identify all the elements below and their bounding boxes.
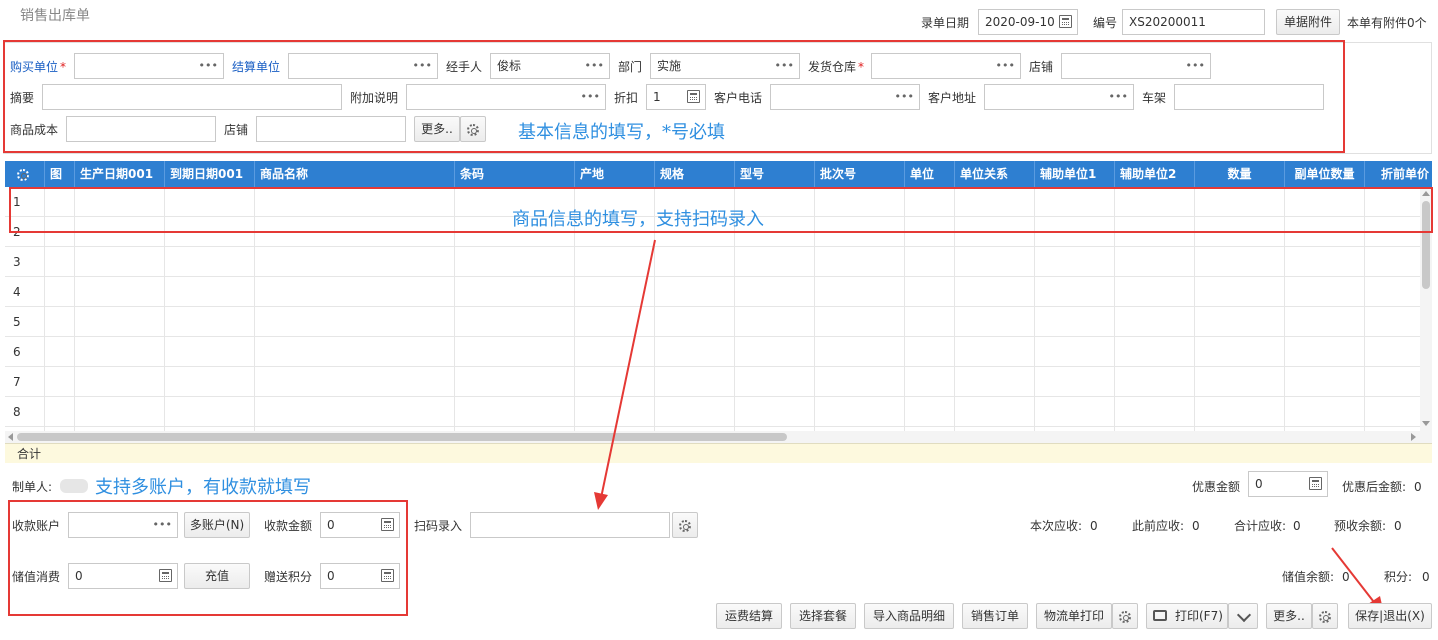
current-receivable-value: 0 — [1090, 519, 1098, 533]
maker-label: 制单人: — [12, 480, 53, 494]
previous-receivable-label: 此前应收: — [1132, 519, 1185, 533]
logistics-print-button[interactable]: 物流单打印 — [1036, 603, 1112, 629]
previous-receivable-value: 0 — [1192, 519, 1200, 533]
print-dropdown-button[interactable] — [1228, 603, 1258, 629]
import-details-button[interactable]: 导入商品明细 — [864, 603, 954, 629]
maker-avatar — [60, 479, 88, 493]
chevron-down-icon — [1236, 607, 1252, 623]
gear-icon — [1119, 610, 1131, 623]
annotation-accounts: 支持多账户，有收款就填写 — [95, 477, 311, 498]
arrow-line-scan — [600, 239, 656, 499]
gear-icon — [679, 519, 691, 532]
stored-balance-label: 储值余额: — [1282, 570, 1335, 584]
arrow-line-save — [1331, 547, 1378, 607]
scan-input[interactable] — [470, 512, 670, 538]
print-label: 打印(F7) — [1175, 609, 1223, 623]
freight-button[interactable]: 运费结算 — [716, 603, 782, 629]
total-receivable-label: 合计应收: — [1234, 519, 1287, 533]
current-receivable-label: 本次应收: — [1030, 519, 1083, 533]
points-label: 积分: — [1384, 570, 1413, 584]
after-discount-label: 优惠后金额: — [1342, 480, 1407, 494]
prepaid-value: 0 — [1394, 519, 1402, 533]
actions-settings-button[interactable] — [1312, 603, 1338, 629]
printer-icon — [1153, 610, 1167, 621]
arrow-head-scan — [594, 492, 608, 510]
discount-amount-field[interactable]: 0 — [1248, 471, 1328, 497]
total-receivable-value: 0 — [1293, 519, 1301, 533]
print-button[interactable]: 打印(F7) — [1146, 603, 1228, 629]
prepaid-label: 预收余额: — [1334, 519, 1387, 533]
stored-balance-value: 0 — [1342, 570, 1350, 584]
more-actions-button[interactable]: 更多.. — [1266, 603, 1312, 629]
save-exit-button[interactable]: 保存|退出(X) — [1348, 603, 1432, 629]
scan-settings-button[interactable] — [672, 512, 698, 538]
scan-label: 扫码录入 — [414, 519, 463, 533]
gear-icon — [1319, 610, 1331, 623]
highlight-box-payment — [8, 500, 408, 616]
points-value: 0 — [1422, 570, 1430, 584]
discount-amount-label: 优惠金额 — [1192, 480, 1241, 494]
discount-amount-value: 0 — [1255, 477, 1263, 491]
sales-order-button[interactable]: 销售订单 — [962, 603, 1028, 629]
package-button[interactable]: 选择套餐 — [790, 603, 856, 629]
calculator-icon[interactable] — [1309, 477, 1322, 490]
logistics-settings-button[interactable] — [1112, 603, 1138, 629]
after-discount-value: 0 — [1414, 480, 1422, 494]
